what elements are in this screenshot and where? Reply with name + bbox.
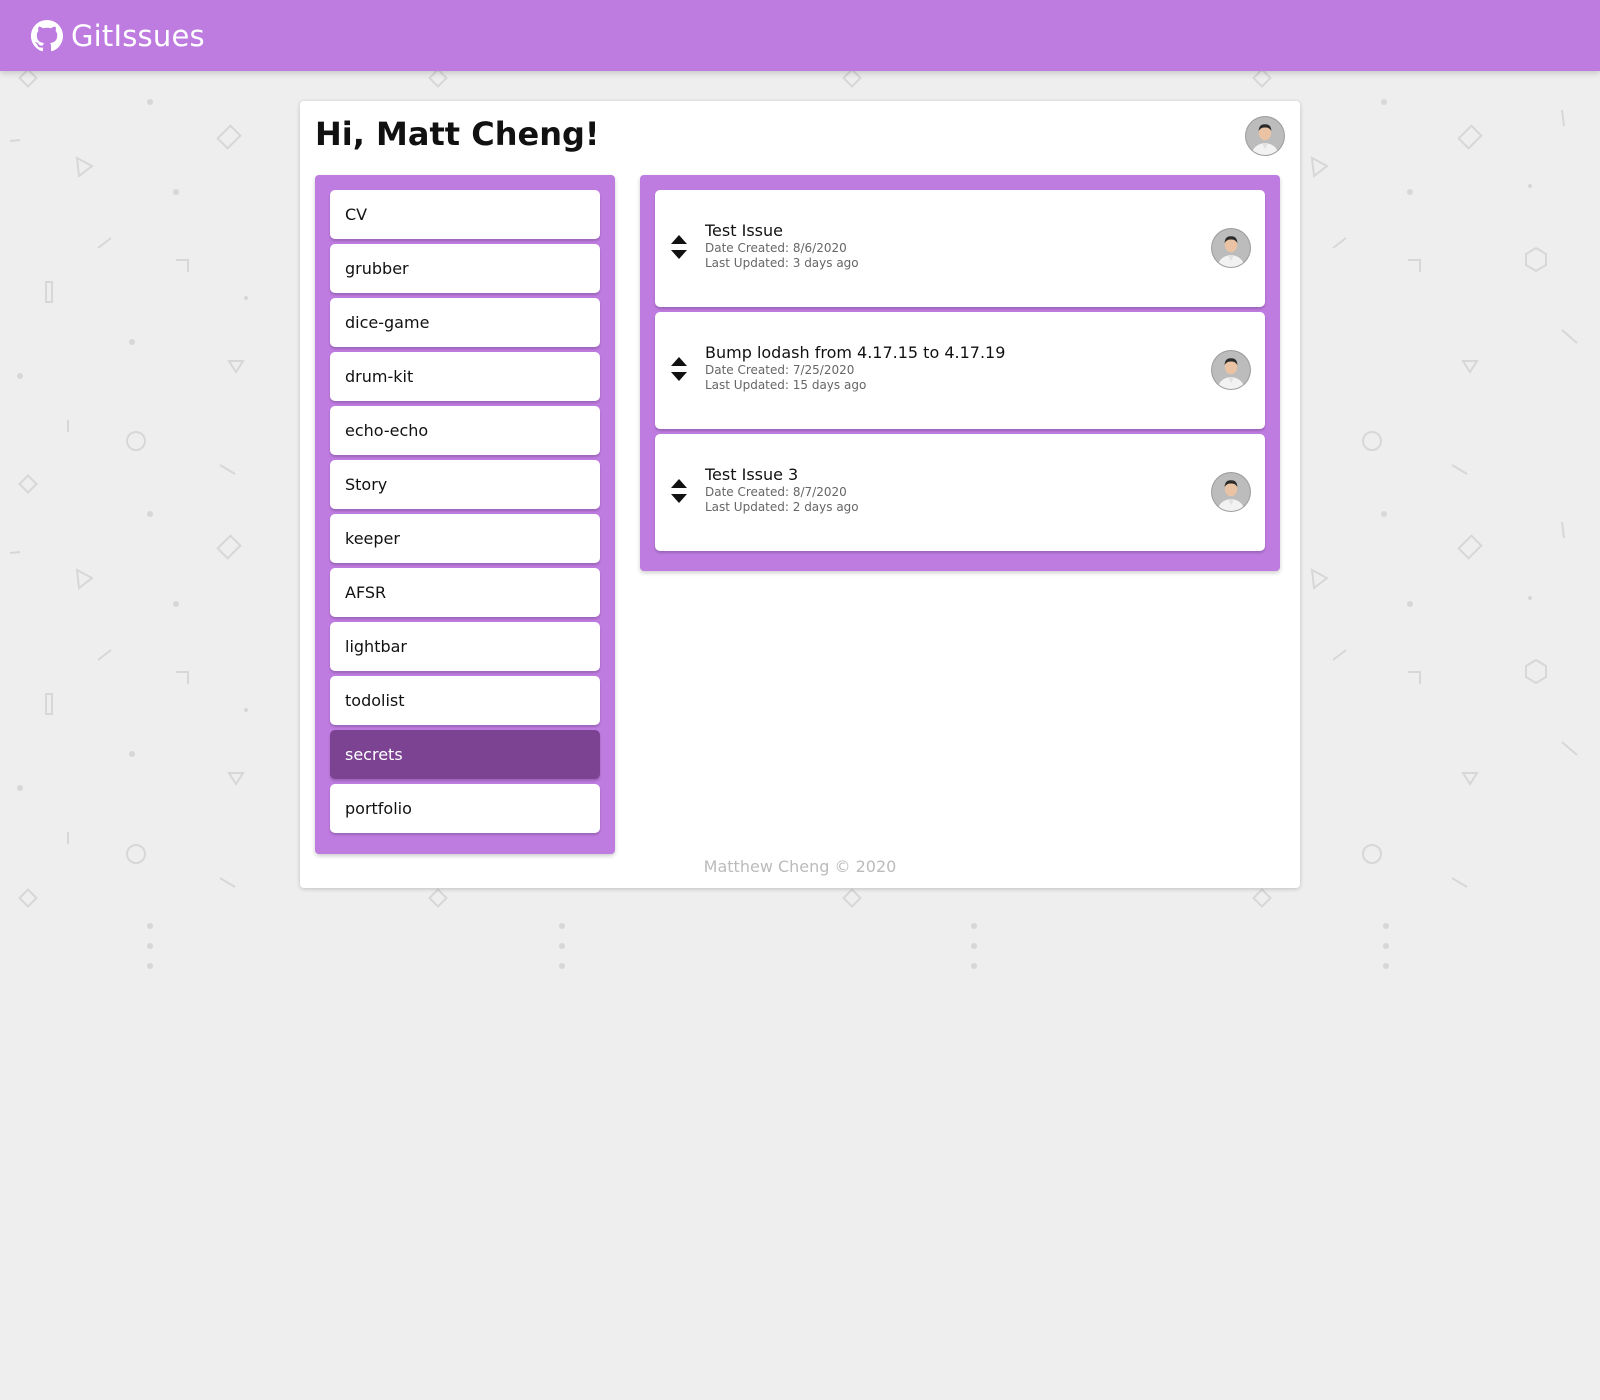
app-title: GitIssues <box>71 18 205 53</box>
repo-item-afsr[interactable]: AFSR <box>330 568 600 617</box>
repo-item-keeper[interactable]: keeper <box>330 514 600 563</box>
issue-card[interactable]: Test Issue 3 Date Created: 8/7/2020 Last U… <box>655 434 1265 551</box>
issue-author-avatar <box>1211 350 1251 390</box>
main-card: Hi, Matt Cheng! CV grubber dice-game drum-k… <box>300 101 1300 888</box>
greeting-heading: Hi, Matt Cheng! <box>315 115 600 153</box>
sort-icon[interactable] <box>670 478 688 504</box>
repo-list: CV grubber dice-game drum-kit echo-echo Story… <box>330 190 600 838</box>
issue-card[interactable]: Bump lodash from 4.17.15 to 4.17.19 Date … <box>655 312 1265 429</box>
repo-item-secrets[interactable]: secrets <box>330 730 600 779</box>
repo-item-portfolio[interactable]: portfolio <box>330 784 600 833</box>
sort-icon[interactable] <box>670 356 688 382</box>
issue-details: Test Issue Date Created: 8/6/2020 Last Upd… <box>705 221 859 271</box>
repo-panel: CV grubber dice-game drum-kit echo-echo Story… <box>315 175 615 854</box>
sort-icon[interactable] <box>670 234 688 260</box>
repo-item-cv[interactable]: CV <box>330 190 600 239</box>
issue-author-avatar <box>1211 228 1251 268</box>
avatar-icon <box>1245 116 1285 156</box>
issue-author-avatar <box>1211 472 1251 512</box>
issue-date-created: Date Created: 7/25/2020 <box>705 363 855 377</box>
repo-item-todolist[interactable]: todolist <box>330 676 600 725</box>
issue-last-updated: Last Updated: 2 days ago <box>705 500 859 514</box>
user-avatar[interactable] <box>1245 116 1285 156</box>
issue-title[interactable]: Test Issue <box>705 221 859 241</box>
repo-item-drum-kit[interactable]: drum-kit <box>330 352 600 401</box>
issue-details: Bump lodash from 4.17.15 to 4.17.19 Date … <box>705 343 1005 393</box>
brand-link[interactable]: GitIssues <box>31 19 205 53</box>
top-navbar: GitIssues <box>0 0 1600 71</box>
repo-item-lightbar[interactable]: lightbar <box>330 622 600 671</box>
issue-title[interactable]: Test Issue 3 <box>705 465 859 485</box>
repo-item-story[interactable]: Story <box>330 460 600 509</box>
repo-item-grubber[interactable]: grubber <box>330 244 600 293</box>
issue-date-created: Date Created: 8/7/2020 <box>705 485 847 499</box>
issue-card[interactable]: Test Issue Date Created: 8/6/2020 Last Upd… <box>655 190 1265 307</box>
issues-panel: Test Issue Date Created: 8/6/2020 Last Upd… <box>640 175 1280 571</box>
issue-list: Test Issue Date Created: 8/6/2020 Last Upd… <box>655 190 1265 556</box>
issue-details: Test Issue 3 Date Created: 8/7/2020 Last U… <box>705 465 859 515</box>
issue-last-updated: Last Updated: 15 days ago <box>705 378 867 392</box>
issue-title[interactable]: Bump lodash from 4.17.15 to 4.17.19 <box>705 343 1005 363</box>
issue-date-created: Date Created: 8/6/2020 <box>705 241 847 255</box>
issue-last-updated: Last Updated: 3 days ago <box>705 256 859 270</box>
github-icon <box>31 19 63 51</box>
repo-item-dice-game[interactable]: dice-game <box>330 298 600 347</box>
footer-credit: Matthew Cheng © 2020 <box>703 857 897 876</box>
repo-item-echo-echo[interactable]: echo-echo <box>330 406 600 455</box>
